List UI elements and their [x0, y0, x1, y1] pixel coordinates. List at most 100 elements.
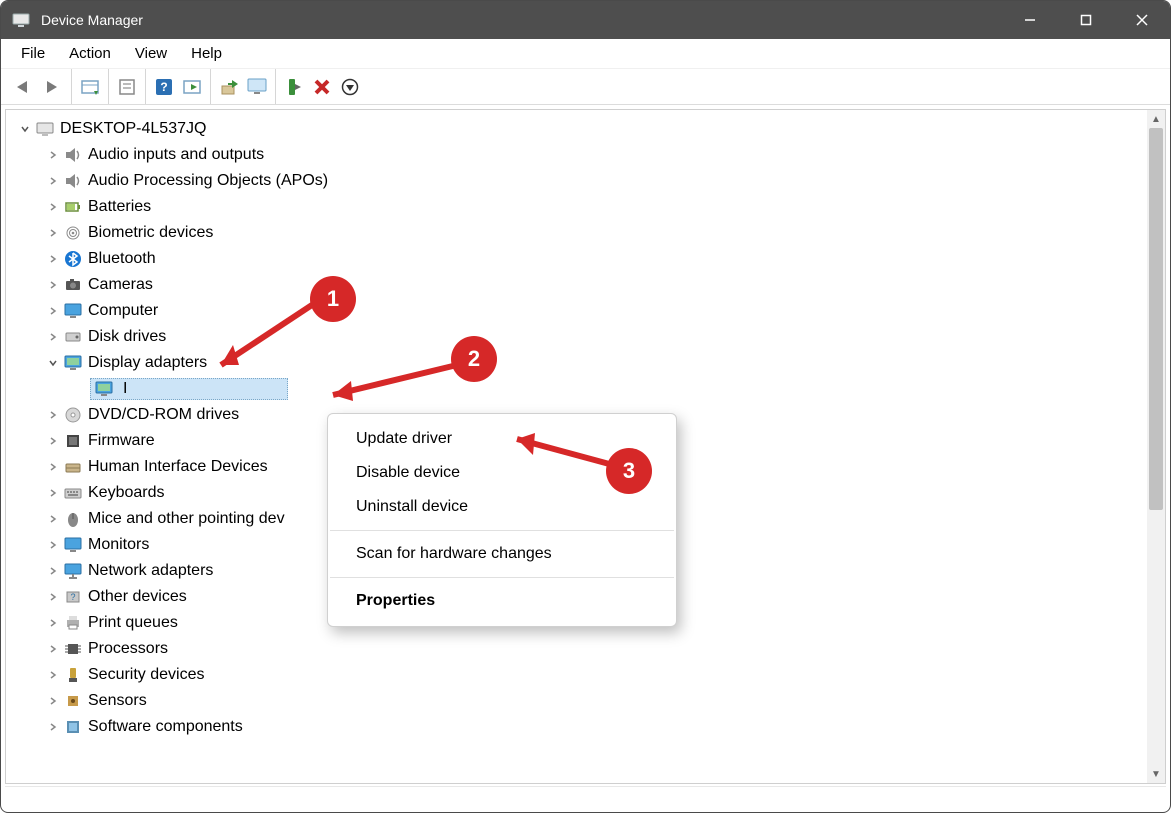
tree-item-label: Monitors: [88, 537, 149, 553]
monitor-icon: [62, 535, 84, 555]
tree-item-label: Print queues: [88, 615, 178, 631]
maximize-button[interactable]: [1058, 1, 1114, 39]
display-adapter-icon: [93, 379, 115, 399]
tree-item[interactable]: Audio inputs and outputs: [44, 142, 1165, 168]
ctx-disable-device[interactable]: Disable device: [328, 456, 676, 490]
remove-device-icon[interactable]: [308, 73, 336, 101]
tree-item[interactable]: Software components: [44, 714, 1165, 740]
chevron-right-icon[interactable]: [44, 722, 62, 732]
dvd-icon: [62, 405, 84, 425]
sensor-icon: [62, 691, 84, 711]
chevron-right-icon[interactable]: [44, 254, 62, 264]
tree-item[interactable]: Computer: [44, 298, 1165, 324]
tree-item-label: Display adapters: [88, 355, 207, 371]
down-arrow-icon[interactable]: [336, 73, 364, 101]
tree-item[interactable]: Bluetooth: [44, 246, 1165, 272]
tree-item[interactable]: Audio Processing Objects (APOs): [44, 168, 1165, 194]
tree-item[interactable]: Batteries: [44, 194, 1165, 220]
scan-icon[interactable]: [178, 73, 206, 101]
chevron-right-icon[interactable]: [44, 540, 62, 550]
chevron-right-icon[interactable]: [44, 696, 62, 706]
chevron-right-icon[interactable]: [44, 566, 62, 576]
ctx-update-driver[interactable]: Update driver: [328, 422, 676, 456]
chevron-right-icon[interactable]: [44, 176, 62, 186]
tree-item[interactable]: Disk drives: [44, 324, 1165, 350]
chevron-right-icon[interactable]: [44, 644, 62, 654]
tree-root[interactable]: DESKTOP-4L537JQ: [16, 116, 1165, 142]
speaker-icon: [62, 171, 84, 191]
tree-item-label: Bluetooth: [88, 251, 156, 267]
monitor-icon: [62, 301, 84, 321]
svg-text:?: ?: [70, 592, 75, 602]
menu-file[interactable]: File: [9, 41, 57, 66]
disk-icon: [62, 327, 84, 347]
minimize-button[interactable]: [1002, 1, 1058, 39]
tree-item-label: Keyboards: [88, 485, 165, 501]
chevron-right-icon[interactable]: [44, 436, 62, 446]
toolbar: ?: [1, 69, 1170, 105]
tree-item[interactable]: Security devices: [44, 662, 1165, 688]
ctx-separator: [330, 577, 674, 578]
printer-icon: [62, 613, 84, 633]
tree-item-label: Audio inputs and outputs: [88, 147, 264, 163]
tree-item-label: Computer: [88, 303, 158, 319]
speaker-icon: [62, 145, 84, 165]
chevron-right-icon[interactable]: [44, 488, 62, 498]
back-icon[interactable]: [11, 73, 39, 101]
tree-item-label: Human Interface Devices: [88, 459, 268, 475]
window-controls: [1002, 1, 1170, 39]
tree-item[interactable]: Sensors: [44, 688, 1165, 714]
chevron-right-icon[interactable]: [44, 670, 62, 680]
battery-icon: [62, 197, 84, 217]
scroll-down-icon[interactable]: ▼: [1147, 765, 1165, 783]
chevron-right-icon[interactable]: [44, 306, 62, 316]
tree-item-label: Mice and other pointing dev: [88, 511, 285, 527]
enable-device-icon[interactable]: [280, 73, 308, 101]
chevron-right-icon[interactable]: [44, 462, 62, 472]
chevron-right-icon[interactable]: [44, 150, 62, 160]
monitor-tool-icon[interactable]: [243, 73, 271, 101]
ctx-separator: [330, 530, 674, 531]
chevron-right-icon[interactable]: [44, 332, 62, 342]
chevron-right-icon[interactable]: [44, 280, 62, 290]
chevron-right-icon[interactable]: [44, 514, 62, 524]
close-button[interactable]: [1114, 1, 1170, 39]
tree-item[interactable]: Cameras: [44, 272, 1165, 298]
tree-item-label: Sensors: [88, 693, 147, 709]
chevron-down-icon[interactable]: [44, 358, 62, 368]
vertical-scrollbar[interactable]: ▲ ▼: [1147, 110, 1165, 783]
help-icon[interactable]: ?: [150, 73, 178, 101]
camera-icon: [62, 275, 84, 295]
chevron-right-icon[interactable]: [44, 592, 62, 602]
svg-text:?: ?: [160, 80, 167, 94]
chevron-down-icon[interactable]: [16, 124, 34, 134]
menu-view[interactable]: View: [123, 41, 179, 66]
update-driver-icon[interactable]: [215, 73, 243, 101]
scroll-thumb[interactable]: [1149, 128, 1163, 510]
keyboard-icon: [62, 483, 84, 503]
menu-help[interactable]: Help: [179, 41, 234, 66]
tree-leaf-selected[interactable]: I: [72, 376, 1165, 402]
chevron-right-icon[interactable]: [44, 202, 62, 212]
ctx-properties[interactable]: Properties: [328, 584, 676, 618]
hid-icon: [62, 457, 84, 477]
tree-item[interactable]: Display adapters: [44, 350, 1165, 376]
context-menu: Update driver Disable device Uninstall d…: [327, 413, 677, 627]
ctx-uninstall-device[interactable]: Uninstall device: [328, 490, 676, 524]
statusbar: [5, 786, 1166, 808]
device-manager-window: Device Manager File Action View Help ?: [0, 0, 1171, 813]
show-hidden-icon[interactable]: [76, 73, 104, 101]
network-icon: [62, 561, 84, 581]
forward-icon[interactable]: [39, 73, 67, 101]
chevron-right-icon[interactable]: [44, 228, 62, 238]
chevron-right-icon[interactable]: [44, 618, 62, 628]
menu-action[interactable]: Action: [57, 41, 123, 66]
tree-item[interactable]: Processors: [44, 636, 1165, 662]
ctx-scan-hardware[interactable]: Scan for hardware changes: [328, 537, 676, 571]
firmware-icon: [62, 431, 84, 451]
properties-icon[interactable]: [113, 73, 141, 101]
tree-item-label: Firmware: [88, 433, 155, 449]
tree-item[interactable]: Biometric devices: [44, 220, 1165, 246]
scroll-up-icon[interactable]: ▲: [1147, 110, 1165, 128]
chevron-right-icon[interactable]: [44, 410, 62, 420]
